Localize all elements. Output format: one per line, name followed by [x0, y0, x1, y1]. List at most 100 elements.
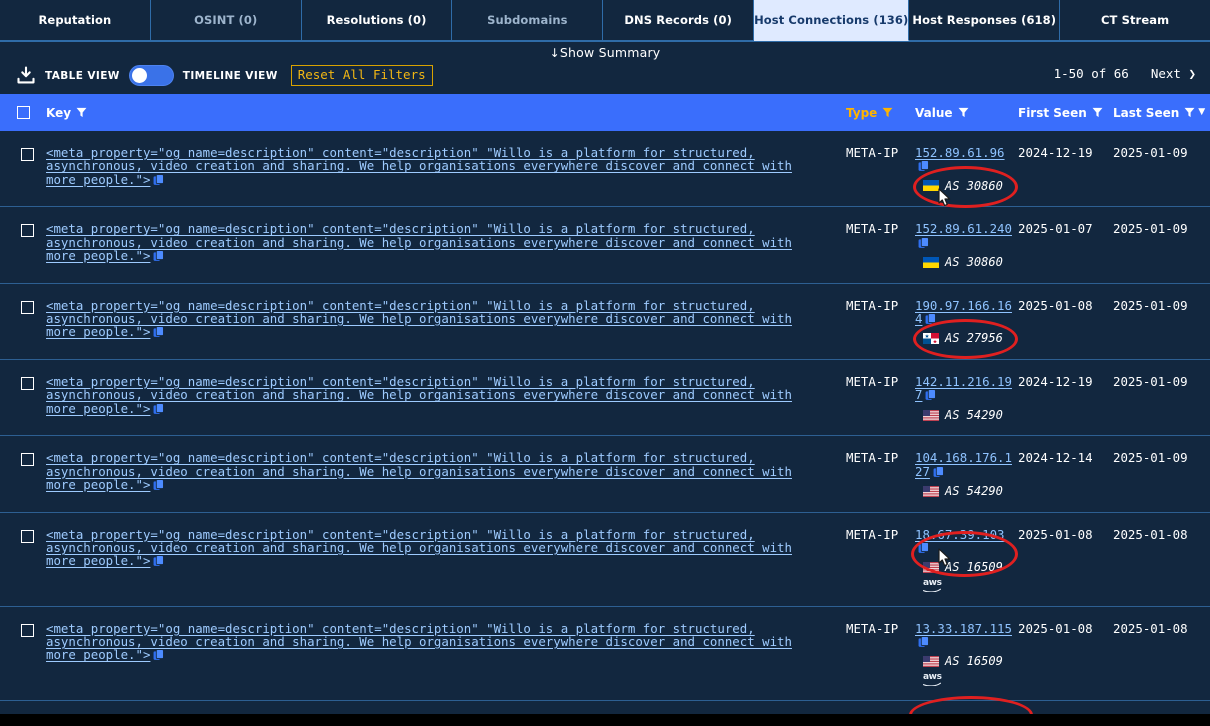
last-seen-cell: 2025-01-09: [1113, 206, 1210, 284]
copy-icon[interactable]: [925, 389, 937, 401]
row-select-cell[interactable]: [0, 283, 46, 361]
filter-icon[interactable]: [1184, 107, 1195, 118]
filter-icon-active[interactable]: [882, 107, 893, 118]
row-select-cell[interactable]: [0, 435, 46, 513]
sort-desc-icon[interactable]: ▼: [1198, 108, 1205, 117]
table-row[interactable]: <meta property="og name=description" con…: [0, 606, 1210, 701]
tab-osint[interactable]: OSINT (0): [150, 0, 302, 41]
tab-host-responses[interactable]: Host Responses (618): [909, 0, 1061, 41]
tab-subdomains[interactable]: Subdomains: [452, 0, 604, 41]
flag-us-icon: [923, 656, 939, 668]
ip-link[interactable]: 18.67.39.103: [915, 527, 1005, 542]
ip-link[interactable]: 104.168.176.127: [915, 450, 1012, 478]
first-seen-cell: 2025-01-07: [1018, 700, 1113, 714]
row-select-cell[interactable]: [0, 359, 46, 437]
filter-icon[interactable]: [958, 107, 969, 118]
filter-icon[interactable]: [1092, 107, 1103, 118]
row-checkbox[interactable]: [21, 224, 34, 238]
copy-icon[interactable]: [153, 479, 165, 491]
copy-icon[interactable]: [153, 402, 165, 415]
row-checkbox[interactable]: [21, 453, 34, 467]
row-select-cell[interactable]: [0, 512, 46, 607]
download-icon[interactable]: [16, 66, 36, 86]
column-label-value: Value: [915, 105, 953, 120]
type-value: META-IP: [846, 450, 899, 466]
key-cell: <meta property="og name=description" con…: [46, 206, 846, 284]
type-cell: META-IP: [846, 606, 915, 701]
type-value: META-IP: [846, 297, 899, 313]
pagination: 1-50 of 66 Next ❯: [1054, 66, 1196, 81]
table-row[interactable]: <meta property="og name=description" con…: [0, 700, 1210, 714]
last-seen-value: 2025-01-09: [1113, 145, 1188, 160]
bottom-black-bar: [0, 714, 1210, 726]
last-seen-value: 2025-01-09: [1113, 450, 1188, 466]
copy-icon[interactable]: [153, 326, 165, 338]
row-select-cell[interactable]: [0, 131, 46, 208]
copy-icon[interactable]: [153, 555, 165, 567]
key-cell: <meta property="og name=description" con…: [46, 606, 846, 701]
flag-ua-icon: [923, 256, 939, 268]
value-cell: 152.89.61.96 AS 30860: [915, 131, 1018, 208]
value-cell: 13.33.187.115 AS 16509 aws: [915, 606, 1018, 701]
type-value: META-IP: [846, 620, 899, 636]
ip-link[interactable]: 13.33.187.115: [915, 621, 1012, 636]
pagination-range: 1-50 of 66: [1053, 66, 1129, 81]
row-checkbox[interactable]: [21, 148, 34, 161]
copy-icon[interactable]: [918, 160, 929, 172]
type-cell: META-IP: [846, 359, 915, 437]
tab-resolutions[interactable]: Resolutions (0): [301, 0, 453, 41]
last-seen-cell: 2025-01-08: [1113, 700, 1210, 714]
tab-ct-stream[interactable]: CT Stream: [1060, 0, 1210, 41]
copy-icon[interactable]: [153, 250, 165, 262]
first-seen-value: 2025-01-08: [1018, 297, 1093, 313]
row-checkbox[interactable]: [21, 377, 34, 391]
table-row[interactable]: <meta property="og name=description" con…: [0, 131, 1210, 208]
column-header-key[interactable]: Key: [46, 94, 846, 131]
select-all-checkbox[interactable]: [16, 106, 30, 119]
copy-icon[interactable]: [153, 649, 165, 661]
column-header-select-all[interactable]: [0, 94, 46, 131]
table-row[interactable]: <meta property="og name=description" con…: [0, 512, 1210, 607]
table-row[interactable]: <meta property="og name=description" con…: [0, 435, 1210, 513]
copy-icon[interactable]: [918, 636, 929, 648]
flag-ua-icon: [923, 180, 939, 192]
column-header-value[interactable]: Value: [915, 94, 1018, 131]
copy-icon[interactable]: [918, 542, 929, 554]
filter-icon[interactable]: [76, 107, 87, 118]
column-header-last-seen[interactable]: Last Seen ▼: [1113, 94, 1210, 131]
first-seen-cell: 2025-01-07: [1018, 206, 1113, 284]
toolbar-left-group: TABLE VIEW TIMELINE VIEW Reset All Filte…: [16, 65, 433, 87]
asn-label: AS 30860: [945, 254, 1003, 269]
copy-icon[interactable]: [153, 173, 165, 186]
table-row[interactable]: <meta property="og name=description" con…: [0, 283, 1210, 361]
row-checkbox[interactable]: [21, 300, 34, 314]
row-checkbox[interactable]: [21, 529, 34, 543]
asn-row: AS 54290: [923, 485, 1018, 498]
tab-reputation[interactable]: Reputation: [0, 0, 151, 41]
next-page-button[interactable]: Next ❯: [1151, 66, 1196, 81]
table-row[interactable]: <meta property="og name=description" con…: [0, 359, 1210, 437]
table-row[interactable]: <meta property="og name=description" con…: [0, 206, 1210, 284]
reset-all-filters-button[interactable]: Reset All Filters: [290, 65, 433, 87]
tab-dns-records[interactable]: DNS Records (0): [603, 0, 755, 41]
row-select-cell[interactable]: [0, 606, 46, 701]
row-select-cell[interactable]: [0, 206, 46, 284]
first-seen-cell: 2025-01-08: [1018, 606, 1113, 701]
column-header-first-seen[interactable]: First Seen: [1018, 94, 1113, 131]
ip-link[interactable]: 152.89.61.240: [915, 221, 1012, 236]
copy-icon[interactable]: [925, 313, 937, 325]
asn-row: AS 16509: [923, 655, 1018, 668]
ip-link[interactable]: 152.89.61.96: [915, 145, 1005, 160]
column-header-type[interactable]: Type: [846, 94, 915, 131]
first-seen-cell: 2024-12-14: [1018, 435, 1113, 513]
first-seen-cell: 2025-01-08: [1018, 512, 1113, 607]
table-body: <meta property="og name=description" con…: [0, 131, 1210, 714]
row-select-cell[interactable]: [0, 700, 46, 714]
copy-icon[interactable]: [933, 465, 944, 478]
table-timeline-view-toggle[interactable]: [128, 65, 174, 87]
row-checkbox[interactable]: [21, 623, 34, 637]
show-summary-button[interactable]: ↓Show Summary: [0, 45, 1210, 60]
copy-icon[interactable]: [918, 236, 929, 249]
key-cell: <meta property="og name=description" con…: [46, 283, 846, 361]
tab-host-connections[interactable]: Host Connections (136): [754, 0, 910, 41]
